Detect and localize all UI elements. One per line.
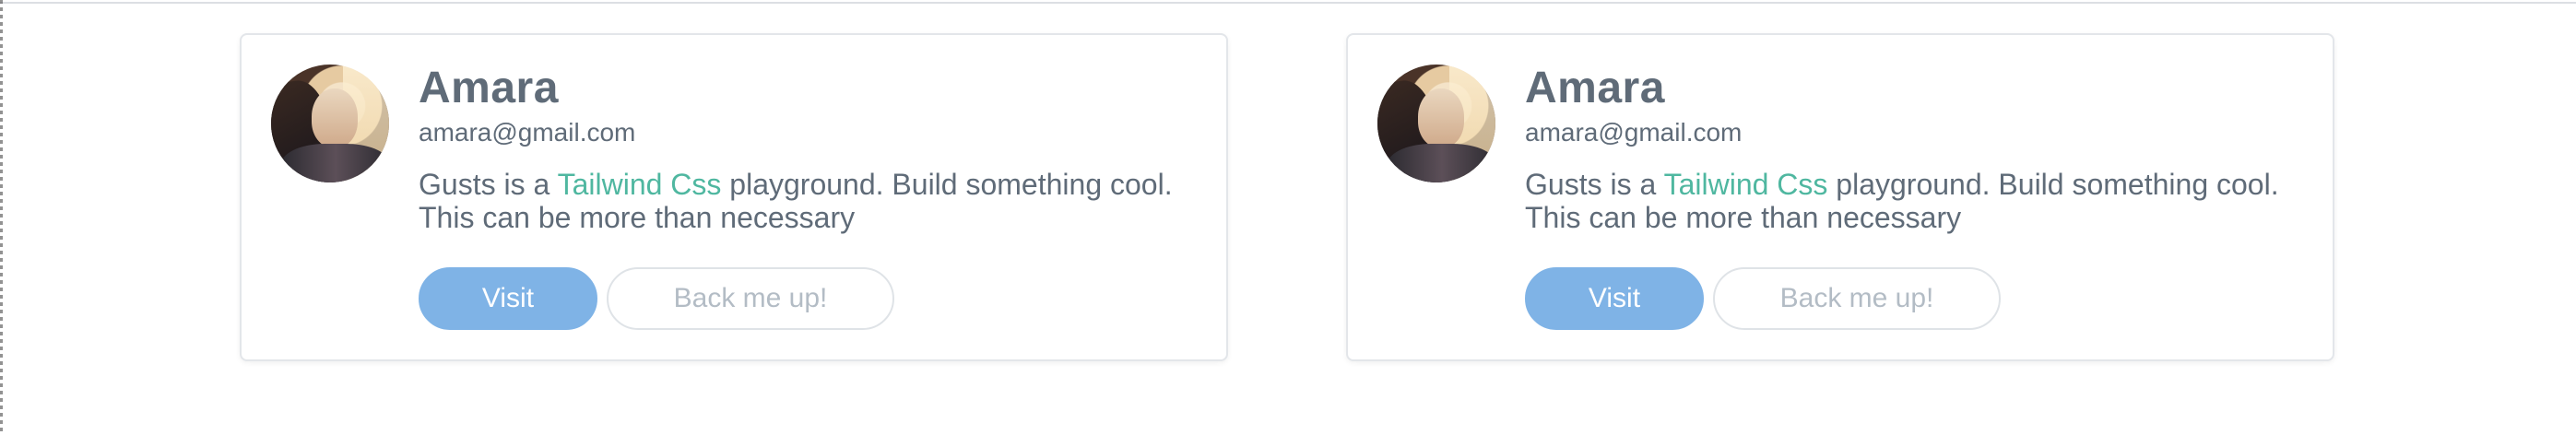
profile-description: Gusts is a Tailwind Css playground. Buil…: [419, 168, 1211, 234]
back-me-up-button[interactable]: Back me up!: [1713, 267, 2001, 330]
top-divider: [0, 2, 2576, 4]
profile-name: Amara: [419, 64, 559, 112]
avatar-face: [1418, 88, 1464, 147]
profile-card: Amara amara@gmail.com Gusts is a Tailwin…: [240, 33, 1228, 361]
description-prefix: Gusts is a: [419, 168, 558, 201]
profile-name: Amara: [1525, 64, 1665, 112]
description-prefix: Gusts is a: [1525, 168, 1664, 201]
avatar: [1377, 65, 1495, 182]
profile-email: amara@gmail.com: [1525, 118, 1743, 147]
tailwind-css-link[interactable]: Tailwind Css: [558, 168, 722, 201]
avatar-shoulder: [1387, 144, 1495, 182]
visit-button[interactable]: Visit: [1525, 267, 1704, 330]
avatar: [271, 65, 389, 182]
profile-card: Amara amara@gmail.com Gusts is a Tailwin…: [1346, 33, 2334, 361]
profile-description: Gusts is a Tailwind Css playground. Buil…: [1525, 168, 2318, 234]
back-me-up-button[interactable]: Back me up!: [607, 267, 894, 330]
left-edge-divider: [0, 0, 3, 435]
visit-button[interactable]: Visit: [419, 267, 597, 330]
avatar-shoulder: [280, 144, 389, 182]
tailwind-css-link[interactable]: Tailwind Css: [1664, 168, 1828, 201]
avatar-face: [312, 88, 358, 147]
profile-email: amara@gmail.com: [419, 118, 636, 147]
